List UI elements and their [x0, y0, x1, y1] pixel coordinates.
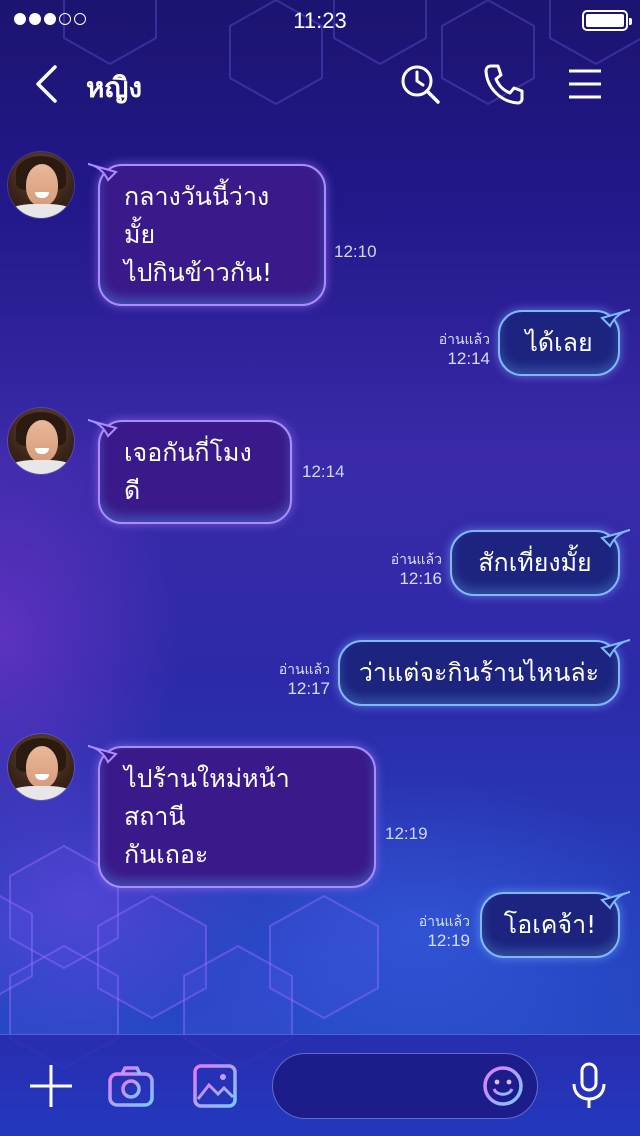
back-chevron-icon — [36, 65, 57, 103]
call-button[interactable] — [482, 62, 526, 106]
add-attachment-button[interactable] — [26, 1061, 76, 1111]
message-meta: อ่านแล้ว 12:17 — [279, 660, 330, 700]
microphone-icon — [572, 1062, 606, 1108]
message-text: กันเถอะ — [124, 840, 209, 869]
message-time: 12:10 — [334, 242, 377, 261]
gallery-button[interactable] — [190, 1061, 240, 1111]
search-history-icon — [401, 65, 440, 104]
bubble-tail-icon — [88, 745, 118, 764]
contact-name[interactable]: หญิง — [86, 66, 142, 110]
message-text: กลางวันนี้ว่างมั้ย — [124, 182, 270, 249]
composer-bar — [0, 1034, 640, 1136]
back-button[interactable] — [26, 62, 66, 106]
message-list: กลางวันนี้ว่างมั้ย ไปกินข้าวกัน! 12:10 อ… — [0, 130, 640, 1030]
chat-header: หญิง — [0, 52, 640, 116]
message-text: เจอกันกี่โมงดี — [124, 438, 252, 505]
message-bubble-incoming[interactable]: กลางวันนี้ว่างมั้ย ไปกินข้าวกัน! — [88, 163, 326, 306]
message-input[interactable] — [291, 1064, 481, 1108]
message-time: 12:19 — [385, 824, 428, 843]
camera-icon — [108, 1066, 154, 1107]
phone-icon — [484, 64, 524, 105]
battery-icon — [582, 10, 632, 31]
menu-icon — [569, 69, 601, 99]
emoji-button[interactable] — [479, 1062, 527, 1110]
read-receipt: อ่านแล้ว — [278, 661, 330, 677]
status-bar: 11:23 — [0, 0, 640, 40]
message-bubble-outgoing[interactable]: โอเคจ้า! — [480, 891, 630, 958]
contact-avatar[interactable] — [8, 152, 74, 218]
message-bubble-incoming[interactable]: ไปร้านใหม่หน้าสถานี กันเถอะ — [88, 745, 376, 888]
message-time: 12:17 — [287, 679, 330, 698]
search-history-button[interactable] — [398, 62, 442, 106]
menu-button[interactable] — [563, 62, 607, 106]
message-time: 12:16 — [399, 569, 442, 588]
bubble-tail-icon — [600, 529, 630, 548]
message-bubble-outgoing[interactable]: สักเที่ยงมั้ย — [450, 529, 630, 596]
message-time: 12:14 — [302, 462, 345, 481]
message-meta: อ่านแล้ว 12:16 — [391, 550, 442, 590]
message-text: ได้เลย — [525, 328, 593, 357]
message-text: ไปกินข้าวกัน! — [124, 258, 273, 287]
message-bubble-outgoing[interactable]: ว่าแต่จะกินร้านไหนล่ะ — [338, 639, 630, 706]
image-icon — [193, 1064, 237, 1108]
message-meta: อ่านแล้ว 12:19 — [419, 912, 470, 952]
plus-icon — [30, 1065, 72, 1107]
message-text: โอเคจ้า! — [503, 910, 597, 939]
message-bubble-incoming[interactable]: เจอกันกี่โมงดี — [88, 419, 292, 524]
message-time: 12:19 — [427, 931, 470, 950]
message-time: 12:14 — [447, 349, 490, 368]
bubble-tail-icon — [88, 163, 118, 182]
bubble-tail-icon — [600, 309, 630, 328]
bubble-tail-icon — [600, 639, 630, 658]
message-bubble-outgoing[interactable]: ได้เลย — [498, 309, 630, 376]
message-text: ไปร้านใหม่หน้าสถานี — [124, 764, 290, 831]
read-receipt: อ่านแล้ว — [438, 331, 490, 347]
camera-button[interactable] — [106, 1061, 156, 1111]
emoji-icon — [483, 1066, 523, 1106]
message-meta: อ่านแล้ว 12:14 — [439, 330, 490, 370]
contact-avatar[interactable] — [8, 408, 74, 474]
message-text: ว่าแต่จะกินร้านไหนล่ะ — [358, 658, 600, 687]
message-input-box[interactable] — [272, 1053, 538, 1119]
voice-button[interactable] — [564, 1061, 614, 1111]
bubble-tail-icon — [88, 419, 118, 438]
contact-avatar[interactable] — [8, 734, 74, 800]
bubble-tail-icon — [600, 891, 630, 910]
read-receipt: อ่านแล้ว — [418, 913, 470, 929]
status-time: 11:23 — [293, 8, 347, 33]
message-text: สักเที่ยงมั้ย — [478, 548, 592, 577]
read-receipt: อ่านแล้ว — [390, 551, 442, 567]
